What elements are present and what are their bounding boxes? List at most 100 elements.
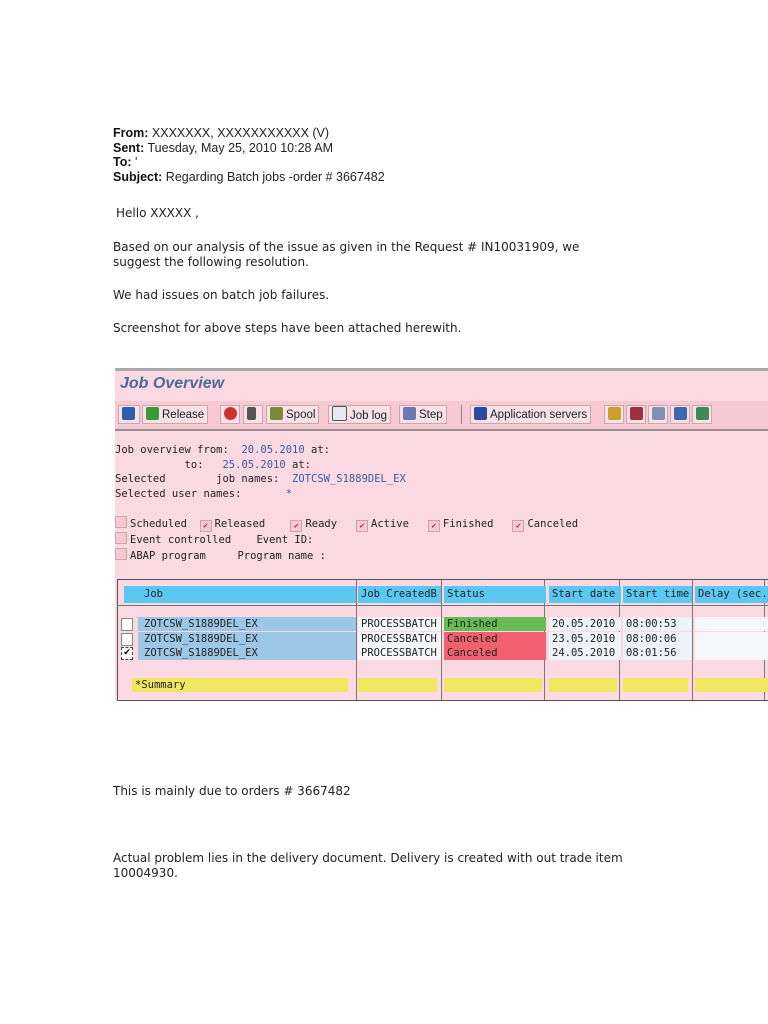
from-date: 20.05.2010 xyxy=(241,444,305,456)
job-log-button[interactable]: Job log xyxy=(328,405,392,424)
user-names-label: Selected user names: xyxy=(115,487,242,500)
column-divider xyxy=(356,580,357,700)
document-icon xyxy=(332,406,347,421)
status-label: Scheduled xyxy=(130,518,187,530)
column-header-status[interactable]: Status xyxy=(444,586,546,603)
cell-status: Finished xyxy=(444,617,546,631)
job-names-value: ZOTCSW_S1889DEL_EX xyxy=(292,473,406,485)
from-label: From: xyxy=(113,126,149,140)
column-header-delay[interactable]: Delay (sec. xyxy=(695,586,768,603)
status-checkbox-released[interactable]: ✔ Released xyxy=(199,518,266,532)
header-divider xyxy=(118,605,768,606)
sum-icon xyxy=(696,407,709,420)
status-checkbox-active[interactable]: ✔ Active xyxy=(356,518,409,532)
cell-created: PROCESSBATCH xyxy=(358,617,441,631)
row-select-checkbox[interactable] xyxy=(121,618,133,631)
application-servers-button[interactable]: Application servers xyxy=(470,405,592,424)
status-label: Released xyxy=(214,518,266,530)
row-select-checkbox[interactable]: ✔ xyxy=(121,647,133,660)
release-button[interactable]: Release xyxy=(142,405,209,424)
column-header-time[interactable]: Start time xyxy=(623,586,692,603)
status-filters: Scheduled ✔ Released ✔ Ready ✔ Active ✔ Fini… xyxy=(115,516,578,563)
cell-status: Canceled xyxy=(444,631,546,646)
cell-date: 23.05.2010 xyxy=(549,631,621,646)
step-button[interactable]: Step xyxy=(399,405,447,424)
column-header-job[interactable]: Job xyxy=(124,586,356,603)
refresh-icon xyxy=(122,407,135,420)
subject-label: Subject: xyxy=(113,169,163,184)
application-servers-label: Application servers xyxy=(490,409,588,421)
abap-program-checkbox[interactable]: ABAP program xyxy=(115,547,206,562)
to-date: 25.05.2010 xyxy=(222,458,286,471)
trash-icon xyxy=(247,407,256,420)
layout-button[interactable] xyxy=(626,405,646,424)
to-label: to: xyxy=(184,458,204,471)
at-label: at: xyxy=(311,444,330,456)
refresh-button[interactable] xyxy=(118,405,140,424)
server-icon xyxy=(474,407,487,420)
paragraph-orders: This is mainly due to orders # 3667482 xyxy=(113,784,351,798)
filter-icon xyxy=(652,407,665,420)
job-overview-title: Job Overview xyxy=(120,375,225,392)
cell-time: 08:00:53 xyxy=(623,617,692,631)
status-checkbox-finished[interactable]: ✔ Finished xyxy=(427,518,494,532)
release-label: Release xyxy=(162,409,205,421)
cell-job[interactable]: ZOTCSW_S1889DEL_EX xyxy=(138,631,356,646)
cell-job[interactable]: ZOTCSW_S1889DEL_EX xyxy=(138,646,356,660)
cell-delay: 0 xyxy=(695,646,768,660)
cell-status: Canceled xyxy=(444,646,546,660)
paragraph-screenshot: Screenshot for above steps have been att… xyxy=(113,321,462,335)
column-header-created[interactable]: Job CreatedB xyxy=(358,586,441,603)
event-controlled-checkbox[interactable]: Event controlled xyxy=(115,532,232,546)
spool-button[interactable]: Spool xyxy=(266,405,320,424)
column-header-date[interactable]: Start date xyxy=(549,586,621,603)
status-checkbox-ready[interactable]: ✔ Ready xyxy=(290,518,337,532)
paragraph-problem: Actual problem lies in the delivery docu… xyxy=(113,851,623,880)
cell-delay: 1 xyxy=(695,617,768,631)
column-divider xyxy=(441,580,442,700)
at-label: at: xyxy=(292,458,311,471)
selection-criteria: Job overview from: 20.05.2010 at: to: 25… xyxy=(115,443,406,501)
sort-button[interactable] xyxy=(604,405,624,424)
from-label: Job overview from: xyxy=(115,444,229,456)
to-value: ' xyxy=(135,155,138,169)
cell-date: 20.05.2010 xyxy=(549,617,621,631)
cell-created: PROCESSBATCH xyxy=(358,631,441,646)
sum-button[interactable] xyxy=(692,405,712,424)
summary-cell xyxy=(444,678,542,692)
status-label: Canceled xyxy=(527,518,579,530)
grid-icon xyxy=(630,407,643,420)
subject-value: Regarding Batch jobs -order # 3667482 xyxy=(165,169,385,184)
cell-job[interactable]: ZOTCSW_S1889DEL_EX xyxy=(138,617,356,631)
delete-button[interactable] xyxy=(243,405,263,424)
from-value: XXXXXXX, XXXXXXXXXXX (V) xyxy=(151,126,330,140)
program-name-label: Program name : xyxy=(237,549,326,562)
sent-value: Tuesday, May 25, 2010 10:28 AM xyxy=(147,140,334,155)
cell-created: PROCESSBATCH xyxy=(358,646,441,660)
row-select-checkbox[interactable] xyxy=(121,632,133,646)
flag-icon xyxy=(146,407,159,420)
user-names-value: * xyxy=(285,487,293,500)
spool-icon xyxy=(270,407,283,420)
summary-cell xyxy=(358,678,437,692)
job-log-label: Job log xyxy=(350,410,388,422)
status-checkbox-canceled[interactable]: ✔ Canceled xyxy=(512,518,579,532)
job-names-label: Selected job names: xyxy=(115,473,280,485)
column-divider xyxy=(692,580,693,700)
abap-program-label: ABAP program xyxy=(130,549,206,562)
print-button[interactable] xyxy=(670,405,690,424)
status-label: Finished xyxy=(442,518,494,530)
summary-delay: 2 xyxy=(695,678,768,692)
toolbar: Release Spool Job log Step Application s… xyxy=(115,401,768,431)
filter-button[interactable] xyxy=(648,405,668,424)
event-controlled-label: Event controlled xyxy=(130,534,232,546)
status-checkbox-scheduled[interactable]: Scheduled xyxy=(115,516,187,530)
stop-button[interactable] xyxy=(220,405,240,424)
sent-label: Sent: xyxy=(113,140,145,155)
paragraph-issues: We had issues on batch job failures. xyxy=(113,288,330,302)
print-icon xyxy=(674,407,687,420)
summary-cell xyxy=(623,678,688,692)
paragraph-analysis: Based on our analysis of the issue as gi… xyxy=(113,240,580,269)
step-icon xyxy=(403,407,416,420)
summary-label: *Summary xyxy=(132,678,348,692)
